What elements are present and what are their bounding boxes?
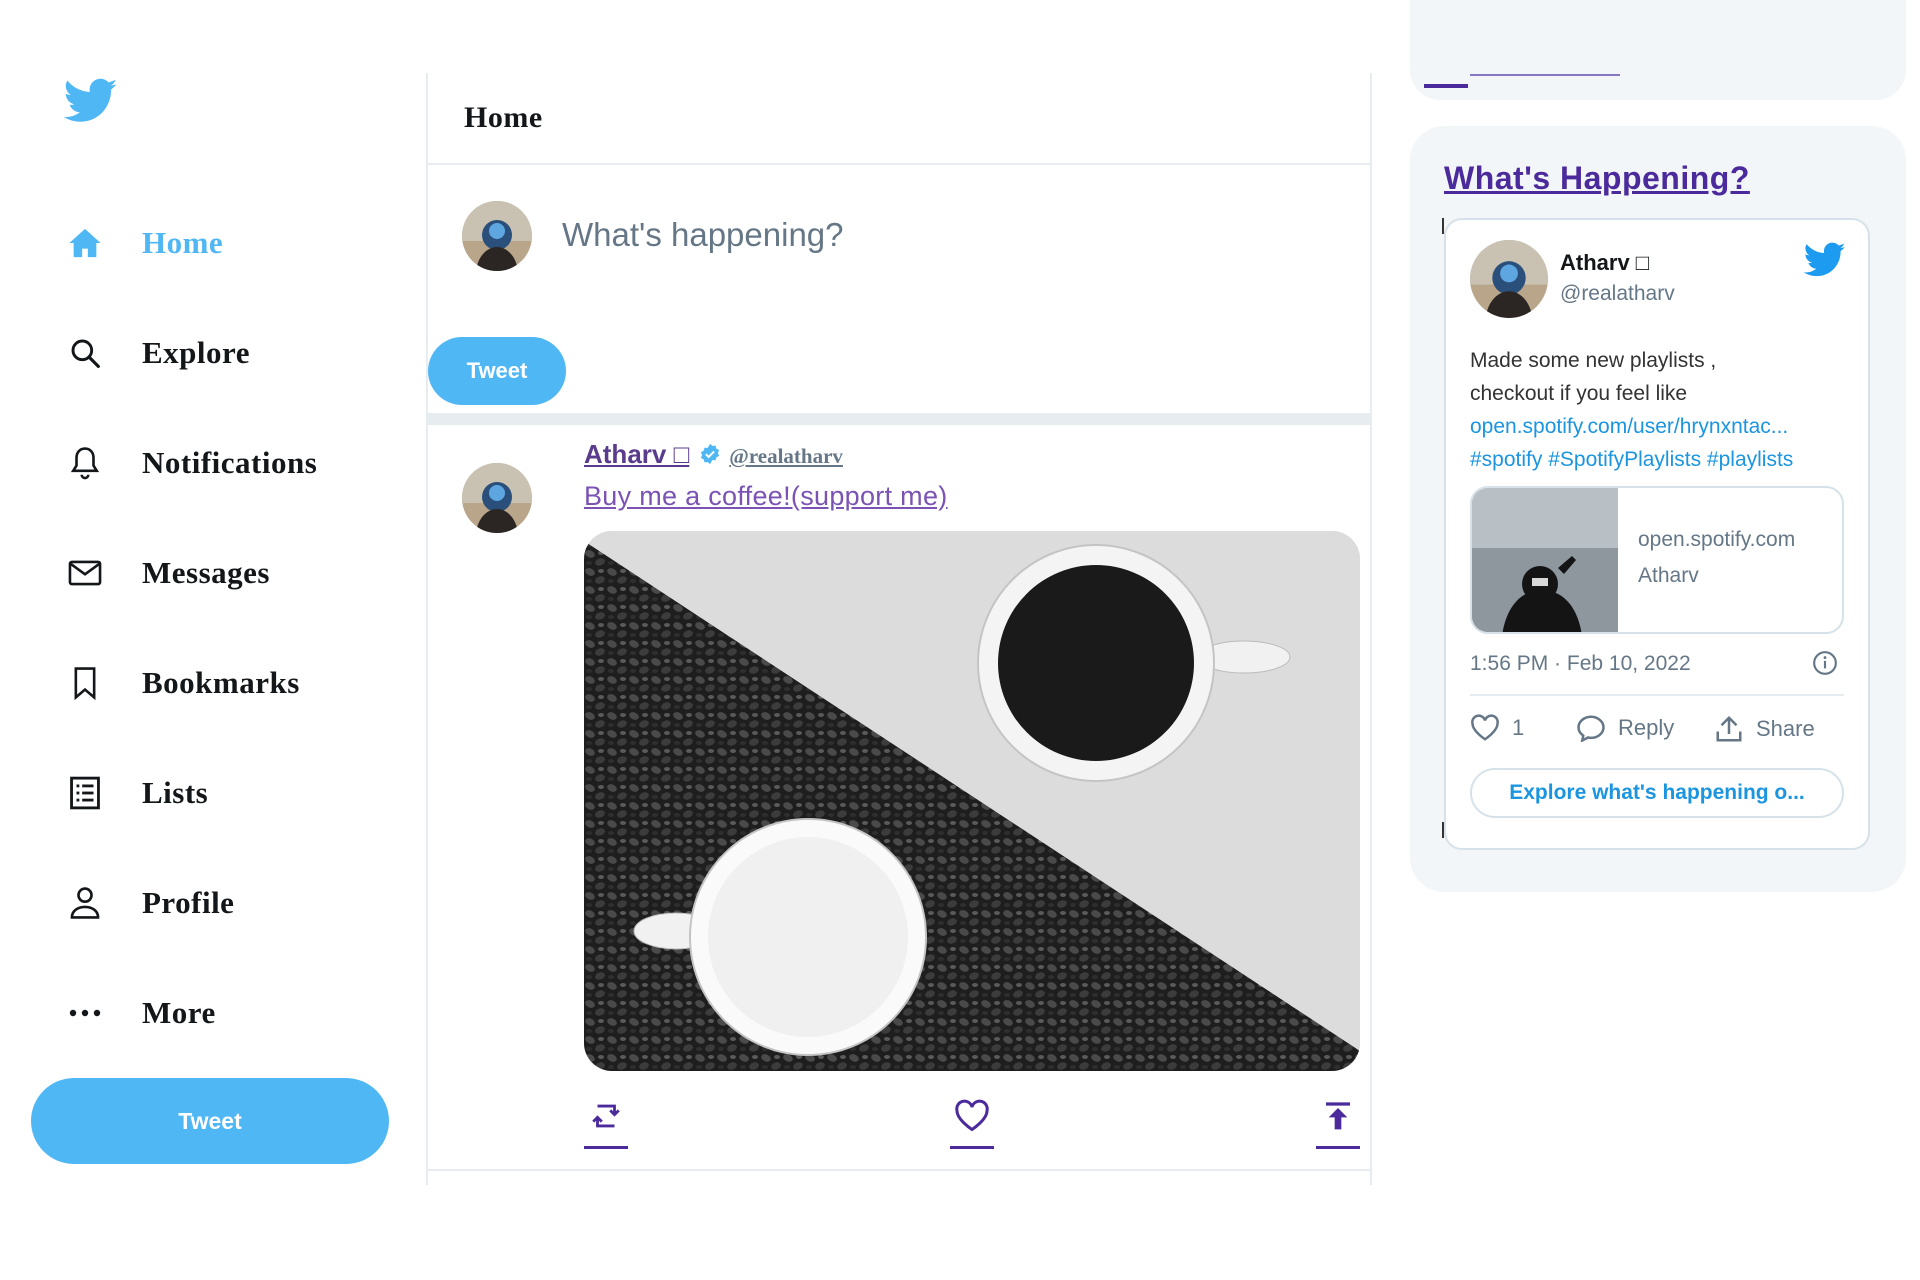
tweet-composer: Tweet bbox=[428, 165, 1370, 425]
spotify-link[interactable]: open.spotify.com/user/hrynxntac... bbox=[1470, 410, 1860, 443]
widget-title[interactable]: What's Happening? bbox=[1444, 160, 1750, 197]
coffee-beans-and-cups-image[interactable] bbox=[584, 531, 1360, 1071]
post-author-handle[interactable]: @realatharv bbox=[729, 444, 843, 469]
person-icon bbox=[64, 882, 106, 924]
like-count: 1 bbox=[1512, 715, 1525, 740]
avatar[interactable] bbox=[462, 463, 532, 533]
post-header: Atharv □ @realatharv bbox=[584, 439, 843, 470]
avatar[interactable] bbox=[1470, 240, 1548, 318]
nav-label: Lists bbox=[142, 775, 209, 810]
nav-item-explore[interactable]: Explore bbox=[64, 298, 317, 408]
share-icon[interactable] bbox=[1316, 1099, 1360, 1149]
compose-tweet-input[interactable] bbox=[562, 205, 1262, 265]
link-preview-image bbox=[1472, 488, 1618, 632]
post-actions bbox=[584, 1099, 1360, 1151]
whats-happening-widget: What's Happening? Atharv □ @realatharv M… bbox=[1410, 126, 1906, 892]
like-button[interactable]: 1 bbox=[1470, 714, 1524, 742]
card-text-line: Made some new playlists , bbox=[1470, 349, 1717, 372]
divider bbox=[1470, 694, 1844, 696]
nav-label: Bookmarks bbox=[142, 665, 300, 700]
feed-header: Home bbox=[428, 73, 1370, 165]
nav-item-home[interactable]: Home bbox=[64, 188, 317, 298]
nav-item-lists[interactable]: Lists bbox=[64, 738, 317, 848]
nav-label: Profile bbox=[142, 885, 235, 920]
nav-item-more[interactable]: More bbox=[64, 958, 317, 1068]
heart-icon bbox=[1471, 714, 1499, 741]
search-icon bbox=[64, 332, 106, 374]
more-icon bbox=[64, 992, 106, 1034]
link-preview-card[interactable]: open.spotify.com Atharv bbox=[1470, 486, 1844, 634]
share-button[interactable]: Share bbox=[1714, 714, 1815, 744]
compose-tweet-button[interactable]: Tweet bbox=[428, 337, 566, 405]
avatar bbox=[462, 201, 532, 271]
main-nav: Home Explore Notifications Messages Book… bbox=[64, 188, 317, 1068]
search-icon bbox=[1424, 84, 1468, 88]
embedded-tweet-card[interactable]: Atharv □ @realatharv Made some new playl… bbox=[1444, 218, 1870, 850]
page-title: Home bbox=[464, 101, 543, 134]
nav-label: Home bbox=[142, 225, 224, 260]
home-icon bbox=[64, 222, 106, 264]
nav-label: Notifications bbox=[142, 445, 318, 480]
bookmark-icon bbox=[64, 662, 106, 704]
twitter-bird-icon[interactable] bbox=[64, 78, 118, 124]
hashtags[interactable]: #spotify #SpotifyPlaylists #playlists bbox=[1470, 443, 1860, 476]
info-icon[interactable] bbox=[1812, 650, 1838, 676]
retweet-icon[interactable] bbox=[584, 1099, 628, 1149]
card-actions: 1 Reply Share bbox=[1470, 714, 1844, 754]
sidebar: Home Explore Notifications Messages Book… bbox=[0, 0, 426, 1280]
post-text-link[interactable]: Buy me a coffee!(support me) bbox=[584, 481, 948, 512]
nav-item-notifications[interactable]: Notifications bbox=[64, 408, 317, 518]
card-author-name[interactable]: Atharv □ bbox=[1560, 250, 1649, 276]
search-box[interactable] bbox=[1410, 0, 1906, 100]
verified-badge-icon bbox=[701, 443, 720, 465]
post-author-name[interactable]: Atharv □ bbox=[584, 439, 689, 470]
explore-button[interactable]: Explore what's happening o... bbox=[1470, 768, 1844, 818]
nav-item-bookmarks[interactable]: Bookmarks bbox=[64, 628, 317, 738]
nav-label: More bbox=[142, 995, 216, 1030]
link-title: Atharv bbox=[1638, 564, 1699, 587]
tweet-post: Atharv □ @realatharv Buy me a coffee!(su… bbox=[428, 425, 1370, 1171]
search-underline bbox=[1470, 74, 1620, 76]
nav-label: Messages bbox=[142, 555, 270, 590]
twitter-bird-icon[interactable] bbox=[1804, 242, 1846, 278]
reply-button[interactable]: Reply bbox=[1576, 714, 1674, 742]
nav-item-messages[interactable]: Messages bbox=[64, 518, 317, 628]
tweet-timestamp[interactable]: 1:56 PM · Feb 10, 2022 bbox=[1470, 652, 1691, 676]
reply-label: Reply bbox=[1618, 715, 1675, 740]
card-tweet-text: Made some new playlists , checkout if yo… bbox=[1470, 344, 1860, 476]
like-icon[interactable] bbox=[950, 1099, 994, 1149]
link-domain: open.spotify.com bbox=[1638, 528, 1796, 551]
bell-icon bbox=[64, 442, 106, 484]
feed: Home Tweet Atharv □ bbox=[426, 73, 1372, 1185]
list-icon bbox=[64, 772, 106, 814]
nav-label: Explore bbox=[142, 335, 250, 370]
upload-icon bbox=[1716, 715, 1742, 742]
nav-item-profile[interactable]: Profile bbox=[64, 848, 317, 958]
reply-icon bbox=[1577, 715, 1605, 742]
sidebar-tweet-button[interactable]: Tweet bbox=[31, 1078, 389, 1164]
mail-icon bbox=[64, 552, 106, 594]
card-author-handle[interactable]: @realatharv bbox=[1560, 282, 1675, 306]
card-text-line: checkout if you feel like bbox=[1470, 382, 1688, 405]
share-label: Share bbox=[1756, 716, 1815, 741]
